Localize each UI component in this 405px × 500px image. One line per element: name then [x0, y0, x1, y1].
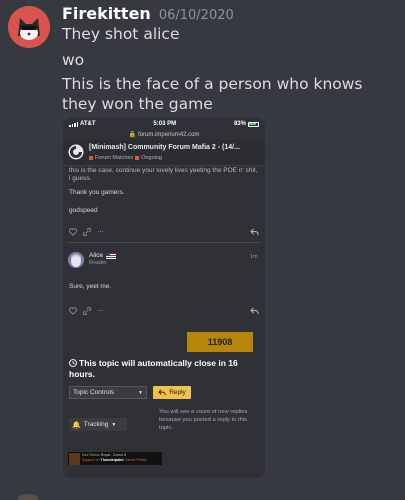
next-message-avatar[interactable]: [18, 494, 38, 500]
message-line: wo: [62, 51, 85, 69]
alice-avatar[interactable]: [68, 252, 84, 268]
status-time: 5:03 PM: [153, 121, 177, 127]
carrier-name: AT&T: [80, 121, 96, 127]
signature-text: Thunderpaint: [100, 458, 124, 462]
post-text: godspeed: [69, 207, 98, 214]
author-role: Reader: [89, 260, 108, 266]
bell-icon: 🔔: [72, 421, 81, 429]
reply-icon[interactable]: [250, 307, 259, 315]
heart-icon[interactable]: [69, 307, 77, 315]
chevron-down-icon: ▼: [111, 421, 117, 428]
tracking-label: Tracking: [83, 421, 109, 428]
link-icon[interactable]: [83, 228, 91, 236]
us-flag-icon: [106, 252, 117, 259]
signature-text: Support on: [82, 458, 100, 462]
attached-screenshot[interactable]: AT&T 5:03 PM 83% 🔒 forum.imperium42.com …: [63, 118, 265, 478]
discord-chat: Firekitten 06/10/2020 They shot alice wo…: [0, 0, 405, 500]
signature-text: Dev Gizmo: [82, 453, 100, 457]
post-age: 1m: [250, 254, 258, 260]
signature-text: Royal - Donor 6: [100, 453, 126, 457]
category-label: Ongoing: [141, 155, 163, 161]
url-bar: 🔒 forum.imperium42.com: [63, 130, 265, 139]
battery-icon: [247, 121, 259, 127]
reply-button[interactable]: Reply: [153, 386, 191, 399]
heart-icon[interactable]: [69, 228, 77, 236]
chevron-down-icon: ▼: [138, 389, 143, 396]
topic-header: [Minimash] Community Forum Mafia 2 - (14…: [63, 140, 265, 166]
message-line: They shot alice: [62, 25, 180, 43]
carrier-signal: AT&T: [69, 121, 96, 127]
category-color-icon: [89, 156, 93, 160]
reply-label: Reply: [169, 389, 186, 396]
more-icon[interactable]: ⋯: [97, 307, 104, 315]
url-text: forum.imperium42.com: [138, 131, 200, 138]
battery: 83%: [234, 121, 259, 127]
post-actions: ⋯: [69, 227, 259, 237]
post-text: Sure, yeet me.: [69, 283, 112, 290]
post-author: Alice: [89, 252, 117, 259]
anime-avatar-icon: [68, 252, 84, 268]
signature-banner: Dev Gizmo Royal - Donor 6 Support on Thu…: [67, 451, 163, 466]
signature-image: [69, 453, 80, 465]
signature-text: Gamer Profile: [124, 458, 147, 462]
battery-percent: 83%: [233, 121, 246, 127]
link-icon[interactable]: [83, 307, 91, 315]
topic-categories: Forum Matches Ongoing: [89, 155, 162, 161]
user-avatar[interactable]: [8, 6, 50, 48]
topic-title: [Minimash] Community Forum Mafia 2 - (14…: [89, 144, 240, 151]
tracking-note: You will see a count of new replies beca…: [159, 409, 248, 431]
reply-icon[interactable]: [250, 228, 259, 236]
lock-icon: 🔒: [128, 132, 137, 138]
topic-controls-label: Topic Controls: [73, 389, 115, 396]
message-timestamp: 06/10/2020: [158, 8, 234, 23]
topic-close-notice: This topic will automatically close in 1…: [69, 358, 261, 380]
reply-icon: [158, 389, 166, 396]
author-name[interactable]: Alice: [89, 252, 103, 259]
post-divider: [67, 242, 261, 243]
message-line: This is the face of a person who knows t…: [62, 75, 363, 113]
topic-controls-select[interactable]: Topic Controls ▼: [69, 386, 147, 399]
tracking-button[interactable]: 🔔 Tracking ▼: [69, 418, 127, 431]
post-text: this is the case, continue your lovely l…: [69, 167, 258, 182]
cat-avatar-icon: [8, 6, 50, 48]
close-notice-text: This topic will automatically close in 1…: [69, 358, 238, 379]
username[interactable]: Firekitten: [62, 4, 151, 23]
post-text: Thank you gamers.: [69, 189, 125, 196]
post-counter: 11908: [187, 332, 253, 352]
phone-status-bar: AT&T 5:03 PM 83%: [63, 118, 265, 130]
category-label: Forum Matches: [95, 155, 134, 161]
clock-icon: [69, 359, 77, 367]
category-color-icon: [135, 156, 140, 160]
message-header: Firekitten 06/10/2020: [62, 4, 234, 24]
more-icon[interactable]: ⋯: [97, 228, 104, 236]
signal-bars-icon: [69, 121, 78, 127]
post-actions: ⋯: [69, 306, 259, 316]
forum-logo-icon: [68, 144, 84, 160]
